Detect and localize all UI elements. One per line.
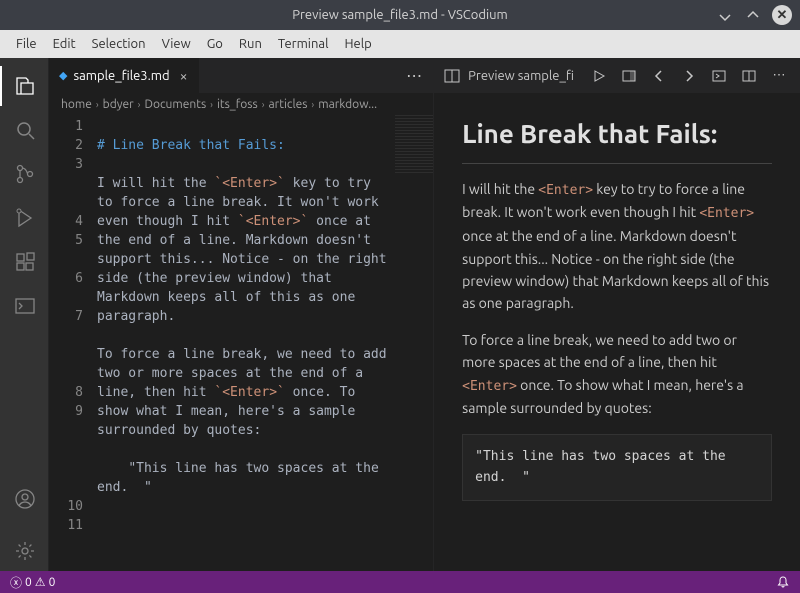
breadcrumb[interactable]: home› bdyer› Documents› its_foss› articl…: [49, 93, 433, 115]
markdown-preview[interactable]: Line Break that Fails: I will hit the <E…: [434, 93, 800, 571]
menu-edit[interactable]: Edit: [45, 33, 84, 55]
explorer-icon[interactable]: [0, 66, 48, 106]
terminal-panel-icon[interactable]: [0, 286, 48, 326]
preview-tab-label[interactable]: Preview sample_fi: [468, 69, 574, 83]
code-editor[interactable]: 123 45 6 7 89 1011 # Line Break that Fai…: [49, 115, 433, 571]
markdown-file-icon: ◆: [59, 69, 67, 82]
code-content[interactable]: # Line Break that Fails: I will hit the …: [97, 115, 433, 571]
menu-terminal[interactable]: Terminal: [270, 33, 337, 55]
line-numbers: 123 45 6 7 89 1011: [49, 115, 97, 571]
nav-forward-icon[interactable]: [678, 65, 700, 87]
warning-icon: ⚠: [35, 575, 46, 589]
menu-bar: File Edit Selection View Go Run Terminal…: [0, 30, 800, 58]
preview-heading: Line Break that Fails:: [462, 113, 772, 164]
title-bar: Preview sample_file3.md - VSCodium ✕: [0, 0, 800, 30]
preview-icon: [444, 68, 460, 84]
preview-tab-bar: Preview sample_fi ⋯: [434, 58, 800, 93]
menu-help[interactable]: Help: [336, 33, 379, 55]
accounts-icon[interactable]: [0, 479, 48, 519]
settings-gear-icon[interactable]: [0, 531, 48, 571]
status-errors[interactable]: ⓧ0 ⚠0: [10, 574, 55, 591]
menu-view[interactable]: View: [154, 33, 199, 55]
status-bar: ⓧ0 ⚠0: [0, 571, 800, 593]
preview-paragraph: To force a line break, we need to add tw…: [462, 329, 772, 420]
more-actions-icon[interactable]: ⋯: [403, 65, 425, 87]
open-side-icon[interactable]: [618, 65, 640, 87]
split-editor-icon[interactable]: [738, 65, 760, 87]
minimap[interactable]: [395, 115, 433, 175]
menu-selection[interactable]: Selection: [84, 33, 154, 55]
nav-back-icon[interactable]: [648, 65, 670, 87]
run-debug-icon[interactable]: [0, 198, 48, 238]
error-icon: ⓧ: [10, 574, 22, 591]
search-icon[interactable]: [0, 110, 48, 150]
window-title: Preview sample_file3.md - VSCodium: [292, 8, 508, 22]
toggle-preview-icon[interactable]: [708, 65, 730, 87]
menu-run[interactable]: Run: [231, 33, 270, 55]
editor-tab-bar: ◆ sample_file3.md × ⋯: [49, 58, 433, 93]
run-icon[interactable]: [588, 65, 610, 87]
tab-label: sample_file3.md: [73, 69, 169, 83]
menu-file[interactable]: File: [8, 33, 45, 55]
source-control-icon[interactable]: [0, 154, 48, 194]
maximize-icon[interactable]: [744, 6, 762, 24]
preview-codeblock: "This line has two spaces at the end. ": [462, 434, 772, 502]
tab-close-icon[interactable]: ×: [180, 68, 188, 84]
more-icon[interactable]: ⋯: [768, 65, 790, 87]
preview-paragraph: I will hit the <Enter> key to try to for…: [462, 178, 772, 315]
status-notifications-icon[interactable]: [776, 575, 790, 589]
minimize-icon[interactable]: [716, 6, 734, 24]
close-icon[interactable]: ✕: [772, 5, 792, 25]
tab-sample-file3[interactable]: ◆ sample_file3.md ×: [49, 58, 199, 93]
activity-bar: [0, 58, 48, 571]
menu-go[interactable]: Go: [199, 33, 231, 55]
extensions-icon[interactable]: [0, 242, 48, 282]
